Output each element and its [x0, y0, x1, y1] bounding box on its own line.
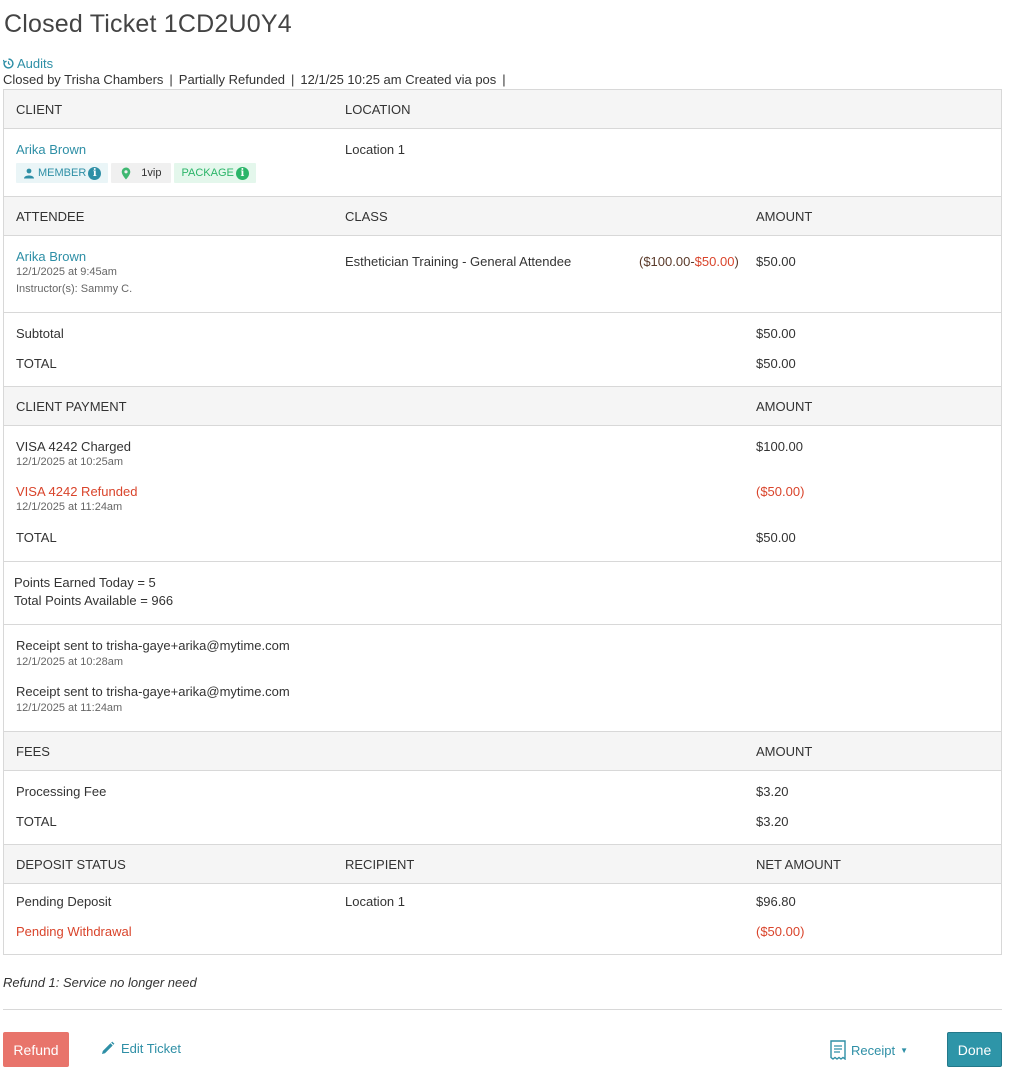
receipt-sent-1: Receipt sent to trisha-gaye+arika@mytime… [16, 638, 290, 653]
fees-total-label: TOTAL [16, 814, 57, 829]
subtotal-label: Subtotal [16, 326, 64, 341]
pending-withdrawal-label: Pending Withdrawal [16, 924, 132, 939]
deposit-header-row: DEPOSIT STATUS RECIPIENT NET AMOUNT [4, 845, 1001, 884]
created-info: 12/1/25 10:25 am Created via pos [300, 72, 497, 87]
package-badge[interactable]: PACKAGE i [174, 163, 256, 183]
amount-header: AMOUNT [756, 209, 813, 224]
net-amount-header: NET AMOUNT [756, 857, 841, 872]
audits-label: Audits [17, 56, 54, 71]
charged-time: 12/1/2025 at 10:25am [16, 456, 124, 468]
client-location: Location 1 [345, 142, 405, 157]
client-name-link[interactable]: Arika Brown [16, 142, 86, 157]
user-icon [24, 168, 34, 178]
total-label: TOTAL [16, 356, 57, 371]
client-header-row: CLIENT LOCATION [4, 90, 1001, 129]
subtotal-value: $50.00 [756, 326, 796, 341]
pending-deposit-label: Pending Deposit [16, 894, 112, 909]
page-title: Closed Ticket 1CD2U0Y4 [4, 10, 292, 38]
history-icon [3, 58, 14, 69]
class-name: Esthetician Training - General Attendee [345, 254, 572, 269]
recipient-header: RECIPIENT [345, 857, 415, 872]
total-value: $50.00 [756, 356, 796, 371]
closed-by: Closed by Trisha Chambers [3, 72, 164, 87]
ticket-status: Partially Refunded [178, 72, 286, 87]
class-header: CLASS [345, 209, 388, 224]
receipt-icon [830, 1040, 846, 1060]
deposit-recipient: Location 1 [345, 894, 405, 909]
refund-button[interactable]: Refund [3, 1032, 69, 1067]
payment-total: $50.00 [756, 530, 796, 545]
map-pin-icon [121, 167, 131, 179]
payment-header-row: CLIENT PAYMENT AMOUNT [4, 387, 1001, 426]
vip-label: 1vip [141, 167, 162, 179]
client-payment-header: CLIENT PAYMENT [16, 399, 127, 414]
receipt-label: Receipt [851, 1042, 896, 1058]
attendee-header: ATTENDEE [16, 209, 85, 224]
pencil-icon [102, 1041, 115, 1054]
withdrawal-amount: ($50.00) [756, 924, 805, 939]
deposit-amount: $96.80 [756, 894, 796, 909]
caret-down-icon: ▼ [900, 1045, 908, 1055]
done-button[interactable]: Done [947, 1032, 1002, 1067]
attendee-header-row: ATTENDEE CLASS AMOUNT [4, 197, 1001, 236]
processing-fee-amount: $3.20 [756, 784, 789, 799]
edit-ticket-label: Edit Ticket [121, 1041, 181, 1056]
fees-amount-header: AMOUNT [756, 744, 813, 759]
ticket-meta: Closed by Trisha Chambers | Partially Refu… [3, 72, 506, 87]
payment-total-label: TOTAL [16, 530, 57, 545]
instructor: Instructor(s): Sammy C. [16, 283, 133, 295]
fees-header-row: FEES AMOUNT [4, 732, 1001, 771]
client-header: CLIENT [16, 102, 63, 117]
fees-header: FEES [16, 744, 50, 759]
info-icon[interactable]: i [235, 166, 249, 180]
attendee-name-link[interactable]: Arika Brown [16, 249, 86, 264]
refunded-amount: ($50.00) [756, 484, 805, 499]
refund-note: Refund 1: Service no longer need [3, 975, 197, 990]
processing-fee-label: Processing Fee [16, 784, 107, 799]
edit-ticket-link[interactable]: Edit Ticket [100, 1041, 181, 1056]
ticket-panel: CLIENT LOCATION Arika Brown Location 1 M… [3, 89, 1002, 955]
refunded-time: 12/1/2025 at 11:24am [16, 501, 123, 513]
audits-link[interactable]: Audits [3, 56, 53, 71]
member-badge[interactable]: MEMBER i [16, 163, 109, 183]
attendee-amount: $50.00 [756, 254, 796, 269]
points-available: Total Points Available = 966 [14, 593, 174, 608]
fees-total: $3.20 [756, 814, 789, 829]
receipt-dropdown[interactable]: Receipt ▼ [829, 1040, 908, 1060]
vip-badge: 1vip [111, 163, 172, 183]
price-breakdown: ($100.00-$50.00) [639, 254, 739, 269]
location-header: LOCATION [345, 102, 411, 117]
footer-divider [3, 1009, 1002, 1010]
info-icon[interactable]: i [88, 166, 102, 180]
receipt-sent-2: Receipt sent to trisha-gaye+arika@mytime… [16, 684, 290, 699]
charged-amount: $100.00 [756, 439, 803, 454]
attendee-time: 12/1/2025 at 9:45am [16, 266, 117, 278]
points-earned: Points Earned Today = 5 [14, 575, 156, 590]
deposit-status-header: DEPOSIT STATUS [16, 857, 126, 872]
charged-label: VISA 4242 Charged [16, 439, 131, 454]
receipt-time-2: 12/1/2025 at 11:24am [16, 702, 123, 714]
package-label: PACKAGE [181, 167, 234, 179]
receipt-time-1: 12/1/2025 at 10:28am [16, 656, 124, 668]
refunded-label: VISA 4242 Refunded [16, 484, 138, 499]
payment-amount-header: AMOUNT [756, 399, 813, 414]
client-badges: MEMBER i 1vip PACKAGE i [16, 163, 256, 183]
member-label: MEMBER [38, 167, 87, 179]
